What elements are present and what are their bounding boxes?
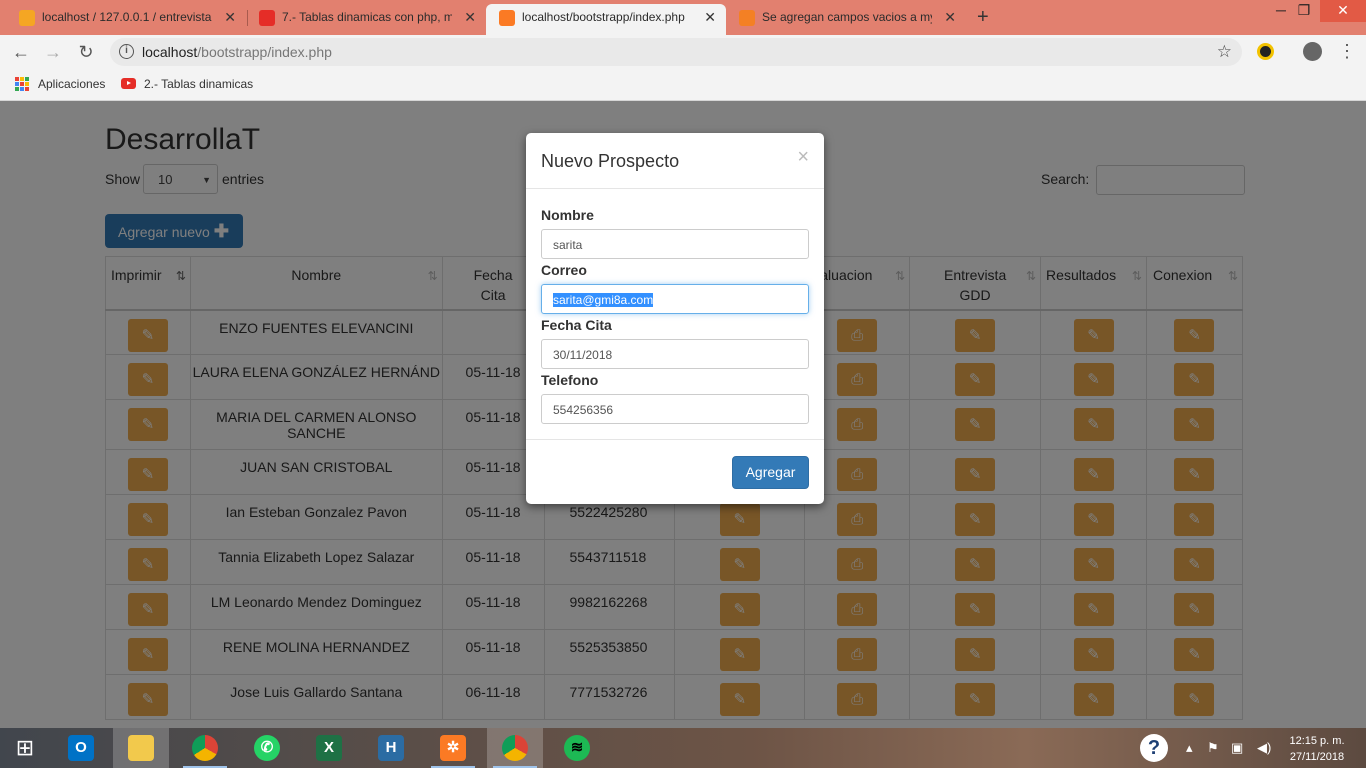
- correo-label: Correo: [541, 262, 587, 278]
- chrome-glyph: [502, 735, 528, 761]
- hyper-icon[interactable]: H: [363, 728, 419, 768]
- youtube-icon: [121, 78, 136, 89]
- whatsapp-icon[interactable]: ✆: [239, 728, 295, 768]
- clock-time: 12:15 p. m.: [1289, 735, 1345, 747]
- back-icon[interactable]: ←: [10, 41, 32, 63]
- bookmarks-bar: Aplicaciones 2.- Tablas dinamicas: [0, 69, 1366, 101]
- network-icon[interactable]: ▣: [1231, 740, 1243, 756]
- address-bar[interactable]: i localhost/bootstrapp/index.php ☆: [110, 38, 1242, 66]
- outlook-icon[interactable]: O: [53, 728, 109, 768]
- profile-avatar[interactable]: [1303, 42, 1322, 61]
- tab-title: localhost/bootstrapp/index.php: [522, 10, 685, 24]
- close-icon[interactable]: ✕: [704, 4, 716, 31]
- telefono-label: Telefono: [541, 372, 599, 388]
- windows-taskbar: ⊞ O ✆ X H ✲ ≋ ? ▴ ⚑ ▣ ◀) 12:15 p. m. 27/…: [0, 728, 1366, 768]
- clock-date: 27/11/2018: [1289, 751, 1345, 763]
- apps-icon[interactable]: [15, 77, 29, 91]
- browser-toolbar: ← → ↻ i localhost/bootstrapp/index.php ☆…: [0, 35, 1366, 69]
- youtube-icon: [259, 10, 275, 26]
- bookmark-apps[interactable]: Aplicaciones: [38, 77, 105, 91]
- excel-icon[interactable]: X: [301, 728, 357, 768]
- xampp-icon[interactable]: ✲: [425, 728, 481, 768]
- chrome-glyph: [192, 735, 218, 761]
- close-icon[interactable]: ✕: [944, 4, 956, 31]
- tab-stackoverflow[interactable]: Se agregan campos vacios a mys ✕: [726, 4, 966, 35]
- volume-icon[interactable]: ◀): [1257, 740, 1271, 756]
- close-icon[interactable]: ✕: [224, 4, 236, 31]
- menu-icon[interactable]: ⋮: [1338, 41, 1356, 61]
- nuevo-prospecto-modal: Nuevo Prospecto × Nombre sarita Correo s…: [526, 133, 824, 504]
- tab-title: 7.- Tablas dinamicas con php, my: [282, 10, 452, 24]
- nombre-label: Nombre: [541, 207, 594, 223]
- fecha-cita-field[interactable]: 30/11/2018: [541, 339, 809, 369]
- window-close-icon[interactable]: ✕: [1320, 0, 1366, 22]
- chrome-icon[interactable]: [177, 728, 233, 768]
- spotify-icon[interactable]: ≋: [549, 728, 605, 768]
- help-icon[interactable]: ?: [1140, 734, 1168, 762]
- stackoverflow-icon: [739, 10, 755, 26]
- correo-field[interactable]: sarita@gmi8a.com: [541, 284, 809, 314]
- windows-logo-icon: ⊞: [15, 735, 35, 760]
- file-explorer-icon[interactable]: [113, 728, 169, 768]
- url-path: /bootstrapp/index.php: [197, 44, 332, 60]
- tab-title: Se agregan campos vacios a mys: [762, 10, 932, 24]
- spotify-glyph: ≋: [564, 735, 590, 761]
- tab-bootstrapp[interactable]: localhost/bootstrapp/index.php ✕: [486, 4, 726, 35]
- phpmyadmin-icon: [19, 10, 35, 26]
- bookmark-tablas-dinamicas[interactable]: 2.- Tablas dinamicas: [121, 77, 253, 91]
- bookmark-star-icon[interactable]: ☆: [1217, 42, 1232, 62]
- system-clock[interactable]: 12:15 p. m. 27/11/2018: [1287, 733, 1347, 765]
- new-tab-button[interactable]: +: [977, 5, 989, 29]
- excel-glyph: X: [316, 735, 342, 761]
- tab-youtube[interactable]: 7.- Tablas dinamicas con php, my ✕: [246, 4, 486, 35]
- xampp-icon: [499, 10, 515, 26]
- flag-icon[interactable]: ⚑: [1207, 740, 1219, 756]
- reload-icon[interactable]: ↻: [75, 41, 97, 63]
- url-text: localhost/bootstrapp/index.php: [142, 44, 332, 60]
- tab-title: localhost / 127.0.0.1 / entrevista /: [42, 10, 212, 24]
- folder-icon: [128, 735, 154, 761]
- close-icon[interactable]: ×: [797, 146, 809, 169]
- tab-phpmyadmin[interactable]: localhost / 127.0.0.1 / entrevista / ✕: [6, 4, 246, 35]
- modal-footer: Agregar: [526, 439, 824, 504]
- modal-header: Nuevo Prospecto ×: [526, 133, 824, 189]
- windows-start-icon[interactable]: ⊞: [0, 728, 50, 768]
- telefono-field[interactable]: 554256356: [541, 394, 809, 424]
- chrome-active-icon[interactable]: [487, 728, 543, 768]
- xampp-glyph: ✲: [440, 735, 466, 761]
- tab-bar: localhost / 127.0.0.1 / entrevista / ✕ 7…: [0, 0, 1366, 35]
- chevron-up-icon[interactable]: ▴: [1186, 740, 1193, 756]
- modal-title: Nuevo Prospecto: [541, 151, 680, 171]
- close-icon[interactable]: ✕: [464, 4, 476, 31]
- info-icon[interactable]: i: [119, 44, 134, 59]
- nombre-field[interactable]: sarita: [541, 229, 809, 259]
- whatsapp-glyph: ✆: [254, 735, 280, 761]
- extension-icon[interactable]: [1257, 43, 1274, 60]
- hyper-glyph: H: [378, 735, 404, 761]
- fecha-cita-label: Fecha Cita: [541, 317, 612, 333]
- url-host: localhost: [142, 44, 198, 60]
- agregar-button[interactable]: Agregar: [732, 456, 809, 489]
- outlook-glyph: O: [68, 735, 94, 761]
- correo-value: sarita@gmi8a.com: [553, 293, 654, 307]
- bookmark-label: 2.- Tablas dinamicas: [144, 77, 254, 91]
- forward-icon[interactable]: →: [42, 41, 64, 63]
